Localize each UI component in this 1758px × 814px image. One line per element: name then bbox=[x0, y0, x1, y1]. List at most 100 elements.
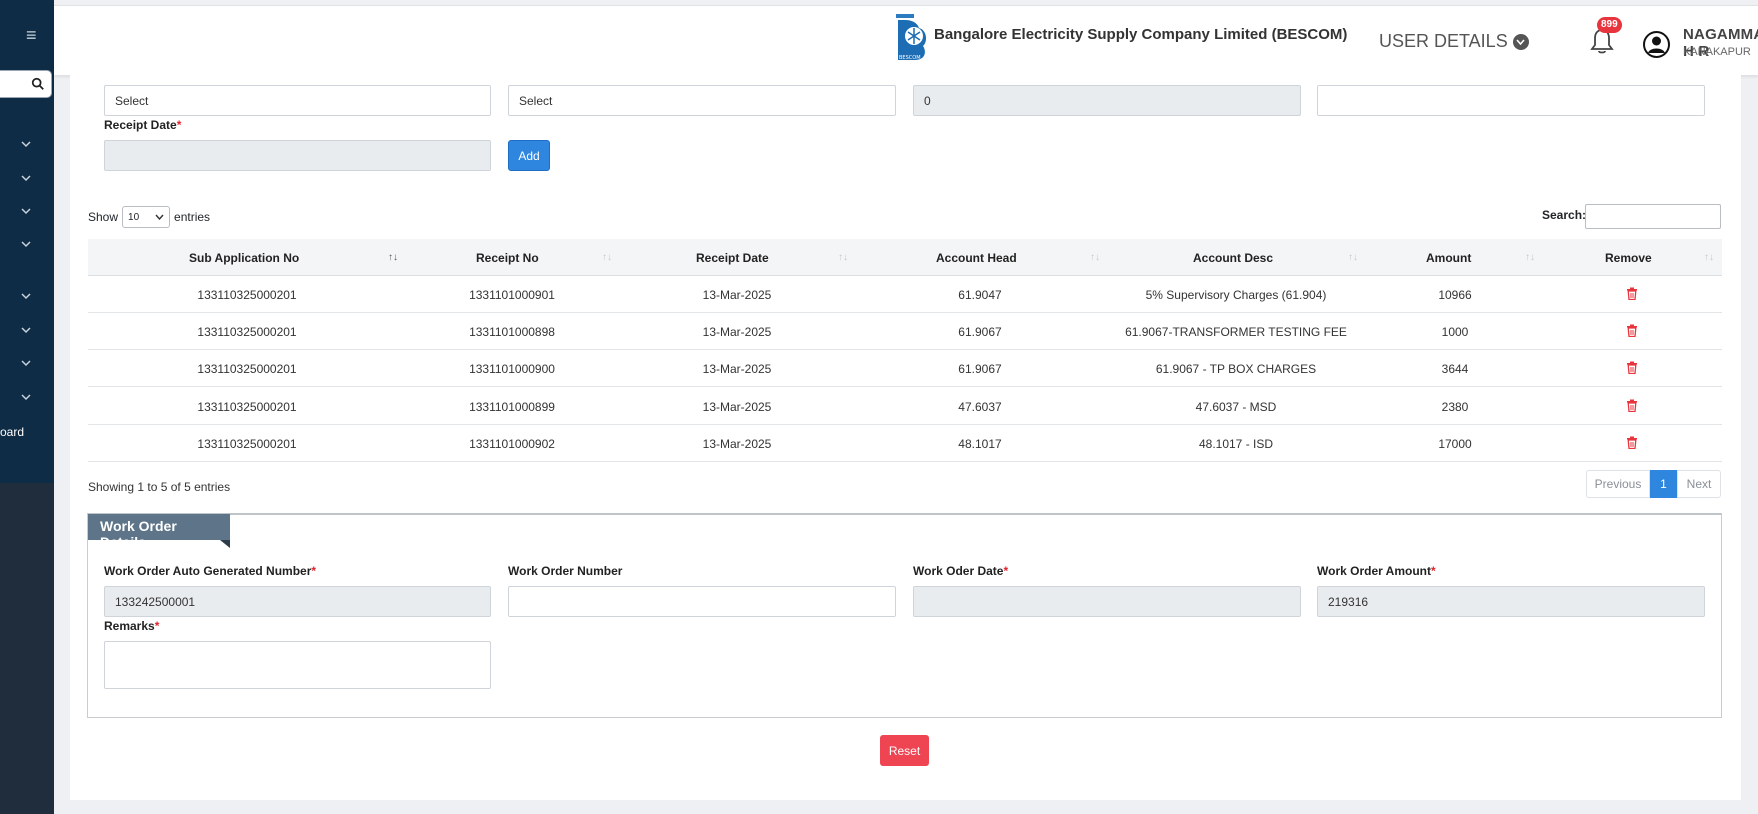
wo-auto-number-field: 133242500001 bbox=[104, 586, 491, 617]
sidebar-search[interactable] bbox=[0, 70, 52, 98]
sidebar-item-dashboard[interactable]: oard bbox=[0, 425, 24, 439]
receipt-date-label: Receipt Date* bbox=[104, 118, 182, 132]
show-label: Show bbox=[88, 210, 119, 224]
cell-sub-application-no: 133110325000201 bbox=[197, 400, 297, 414]
sort-icon[interactable]: ↑↓ bbox=[838, 252, 848, 263]
notification-badge: 899 bbox=[1597, 17, 1622, 33]
cell-receipt-date: 13-Mar-2025 bbox=[702, 362, 772, 376]
col-amount[interactable]: Amount bbox=[1426, 251, 1471, 265]
col-receipt-no[interactable]: Receipt No bbox=[476, 251, 539, 265]
col-receipt-date[interactable]: Receipt Date bbox=[696, 251, 769, 265]
table-search-input[interactable] bbox=[1585, 204, 1721, 229]
table-header: Sub Application No ↑↓ Receipt No ↑↓ Rece… bbox=[88, 239, 1722, 276]
remarks-label: Remarks* bbox=[104, 619, 160, 633]
chevron-down-icon[interactable] bbox=[21, 292, 33, 304]
remarks-label-text: Remarks bbox=[104, 619, 155, 633]
col-remove[interactable]: Remove bbox=[1605, 251, 1652, 265]
table-row: 133110325000201 1331101000898 13-Mar-202… bbox=[88, 313, 1722, 350]
trash-icon[interactable] bbox=[1626, 436, 1638, 449]
sort-icon[interactable]: ↑↓ bbox=[1525, 252, 1535, 263]
chevron-down-icon[interactable] bbox=[21, 207, 33, 219]
sidebar-lower bbox=[0, 483, 54, 814]
trash-icon[interactable] bbox=[1626, 324, 1638, 337]
cell-account-head: 61.9067 bbox=[958, 362, 1002, 376]
cell-receipt-date: 13-Mar-2025 bbox=[702, 437, 772, 451]
top-header: BESCOM Bangalore Electricity Supply Comp… bbox=[54, 5, 1758, 75]
user-details-dropdown[interactable]: USER DETAILS bbox=[1379, 31, 1529, 52]
previous-button[interactable]: Previous bbox=[1586, 470, 1650, 498]
cell-account-desc: 61.9067-TRANSFORMER TESTING FEE bbox=[1125, 325, 1347, 339]
reset-button[interactable]: Reset bbox=[880, 735, 929, 766]
col-sub-application-no[interactable]: Sub Application No bbox=[189, 251, 299, 265]
cell-receipt-date: 13-Mar-2025 bbox=[702, 400, 772, 414]
cell-account-desc: 61.9067 - TP BOX CHARGES bbox=[1155, 362, 1317, 376]
cell-receipt-no: 1331101000899 bbox=[469, 400, 555, 414]
sort-icon[interactable]: ↑↓ bbox=[1704, 252, 1714, 263]
chevron-down-icon[interactable] bbox=[21, 326, 33, 338]
col-account-desc[interactable]: Account Desc bbox=[1193, 251, 1273, 265]
wo-date-label-text: Work Oder Date bbox=[913, 564, 1004, 578]
cell-account-head: 61.9047 bbox=[958, 288, 1002, 302]
cell-sub-application-no: 133110325000201 bbox=[197, 362, 297, 376]
wo-number-input[interactable] bbox=[508, 586, 896, 617]
section-title: Work Order Details bbox=[88, 514, 230, 550]
chevron-down-icon[interactable] bbox=[21, 359, 33, 371]
cell-account-desc: 48.1017 - ISD bbox=[1198, 437, 1274, 451]
bescom-logo-icon: BESCOM bbox=[896, 14, 927, 61]
chevron-down-icon[interactable] bbox=[21, 393, 33, 405]
input-field-4[interactable] bbox=[1317, 85, 1705, 116]
entries-value: 10 bbox=[128, 211, 140, 223]
page-button[interactable]: 1 bbox=[1650, 470, 1677, 498]
pagination: Previous 1 Next bbox=[1586, 470, 1721, 498]
cell-amount: 3644 bbox=[1441, 362, 1469, 376]
wo-amount-label: Work Order Amount* bbox=[1317, 564, 1436, 578]
trash-icon[interactable] bbox=[1626, 361, 1638, 374]
add-button[interactable]: Add bbox=[508, 140, 550, 171]
section-tab-tip bbox=[220, 540, 230, 548]
table-row: 133110325000201 1331101000901 13-Mar-202… bbox=[88, 276, 1722, 313]
sort-icon[interactable]: ↑↓ bbox=[1348, 252, 1358, 263]
cell-receipt-date: 13-Mar-2025 bbox=[702, 325, 772, 339]
cell-account-head: 61.9067 bbox=[958, 325, 1002, 339]
menu-icon[interactable]: ≡ bbox=[26, 26, 37, 44]
brand: BESCOM Bangalore Electricity Supply Comp… bbox=[895, 14, 1347, 62]
avatar-icon[interactable] bbox=[1643, 31, 1670, 58]
cell-account-head: 47.6037 bbox=[958, 400, 1002, 414]
cell-sub-application-no: 133110325000201 bbox=[197, 325, 297, 339]
entries-label: entries bbox=[174, 210, 211, 224]
sort-icon[interactable]: ↑↓ bbox=[1090, 252, 1100, 263]
col-account-head[interactable]: Account Head bbox=[936, 251, 1017, 265]
cell-receipt-no: 1331101000900 bbox=[469, 362, 555, 376]
user-location: KANAKAPUR bbox=[1683, 46, 1751, 58]
cell-amount: 17000 bbox=[1438, 437, 1472, 451]
chevron-down-icon[interactable] bbox=[21, 174, 33, 186]
sort-icon[interactable]: ↑↓ bbox=[602, 252, 612, 263]
select-field-2[interactable]: Select bbox=[508, 85, 896, 116]
user-details-label: USER DETAILS bbox=[1379, 31, 1508, 51]
cell-account-desc: 5% Supervisory Charges (61.904) bbox=[1145, 288, 1327, 302]
chevron-down-icon[interactable] bbox=[21, 240, 33, 252]
table-row: 133110325000201 1331101000902 13-Mar-202… bbox=[88, 425, 1722, 462]
wo-auto-number-label-text: Work Order Auto Generated Number bbox=[104, 564, 312, 578]
readonly-field-3: 0 bbox=[913, 85, 1301, 116]
receipt-date-label-text: Receipt Date bbox=[104, 118, 177, 132]
cell-receipt-date: 13-Mar-2025 bbox=[702, 288, 772, 302]
cell-amount: 1000 bbox=[1441, 325, 1469, 339]
wo-date-field[interactable] bbox=[913, 586, 1301, 617]
cell-amount: 10966 bbox=[1438, 288, 1472, 302]
next-button[interactable]: Next bbox=[1677, 470, 1721, 498]
select-field-1[interactable]: Select bbox=[104, 85, 491, 116]
chevron-down-icon bbox=[155, 214, 164, 220]
sort-asc-icon[interactable]: ↑↓ bbox=[388, 252, 398, 263]
trash-icon[interactable] bbox=[1626, 287, 1638, 300]
trash-icon[interactable] bbox=[1626, 399, 1638, 412]
sidebar: ≡ oard bbox=[0, 0, 54, 814]
cell-sub-application-no: 133110325000201 bbox=[197, 437, 297, 451]
entries-select[interactable]: 10 bbox=[122, 206, 171, 228]
wo-amount-field: 219316 bbox=[1317, 586, 1705, 617]
chevron-down-icon[interactable] bbox=[21, 140, 33, 152]
company-name: Bangalore Electricity Supply Company Lim… bbox=[934, 26, 1348, 43]
search-icon[interactable] bbox=[31, 77, 45, 91]
entries-control: Show 10 entries bbox=[88, 206, 210, 228]
remarks-textarea[interactable] bbox=[104, 641, 491, 689]
